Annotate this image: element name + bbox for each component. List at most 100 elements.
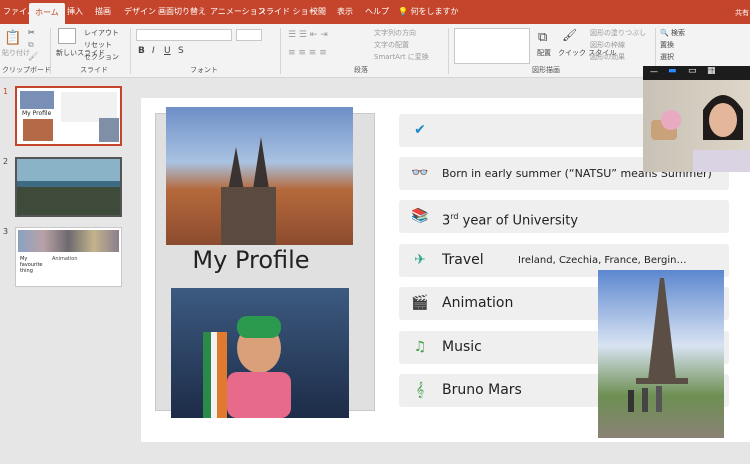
tab-insert[interactable]: 挿入 [67, 0, 83, 24]
new-slide-icon[interactable] [58, 28, 76, 44]
text-direction-button[interactable]: 文字列の方向 [374, 28, 416, 38]
glasses-icon: 👓 [411, 165, 429, 181]
minimize-icon[interactable]: — [650, 67, 658, 76]
treble-clef-icon: 𝄞 [415, 382, 425, 398]
coast-thumb-image [17, 187, 120, 215]
tab-view[interactable]: 表示 [337, 0, 353, 24]
italic-button[interactable]: I [152, 46, 155, 56]
ordinal-suffix: rd [450, 212, 459, 221]
arrange-button[interactable]: 配置 [537, 48, 551, 58]
prague-thumb-image [20, 91, 54, 109]
tell-me-label: 何をしますか [410, 7, 459, 16]
shape-effects-button[interactable]: 図形の効果 [590, 52, 625, 62]
tab-help[interactable]: ヘルプ [365, 0, 389, 24]
paste-icon[interactable]: 📋 [4, 30, 21, 46]
shadow-button[interactable]: S [178, 46, 184, 56]
slide-thumbnail-1[interactable]: My Profile [15, 86, 122, 146]
share-button[interactable]: 共有 [735, 8, 749, 18]
drawing-group-label: 図形描画 [532, 66, 560, 74]
list-item-text: Animation [442, 295, 514, 311]
list-item-text: Music [442, 339, 482, 355]
shape-outline-button[interactable]: 図形の枠線 [590, 40, 625, 50]
format-painter-icon[interactable]: 🖌 [28, 52, 38, 61]
paragraph-group-label: 段落 [354, 66, 368, 74]
ribbon-tab-bar: ファイル ホーム 挿入 描画 デザイン 画面切り替え アニメーション スライド … [0, 0, 750, 24]
webcam-overlay[interactable]: — ▬ ▭ ▦ [643, 66, 750, 172]
slide-title[interactable]: My Profile [161, 246, 341, 274]
tell-me-search[interactable]: 💡 何をしますか [398, 0, 459, 24]
tab-draw[interactable]: 描画 [95, 0, 111, 24]
eiffel-photo[interactable] [598, 270, 724, 438]
ribbon: 📋 貼り付け ✂ ⧉ 🖌 クリップボード 新しいスライド レイアウト リセット … [0, 9, 750, 78]
search-label: 検索 [670, 29, 685, 37]
selfie-photo[interactable] [171, 288, 349, 418]
gallery-view-icon[interactable]: ▦ [707, 66, 716, 76]
divider [50, 28, 51, 74]
bullets-icon[interactable]: ☰ ☰ ⇤ ⇥ [288, 30, 328, 40]
select-button[interactable]: 選択 [660, 52, 674, 62]
clipboard-group-label: クリップボード [2, 66, 51, 74]
anime-thumb-images [18, 230, 119, 252]
align-text-button[interactable]: 文字の配置 [374, 40, 409, 50]
clapper-icon: 🎬 [411, 295, 429, 311]
prague-photo[interactable] [166, 107, 353, 245]
slide-number: 1 [3, 87, 9, 96]
thumb-title: My favourite thing [20, 256, 43, 274]
cut-icon[interactable]: ✂ [28, 28, 35, 37]
selfie-graphic [203, 316, 291, 418]
divider [280, 28, 281, 74]
align-icon[interactable]: ≡ ≡ ≡ ≡ [288, 48, 327, 58]
search-icon: 🔍 [660, 29, 669, 37]
thumb-text: Animation [52, 256, 78, 262]
font-name-select[interactable] [136, 29, 232, 41]
arrange-icon[interactable]: ⧉ [538, 30, 547, 45]
books-icon: 📚 [411, 208, 429, 224]
smartart-button[interactable]: SmartArt に変換 [374, 52, 429, 62]
shape-fill-button[interactable]: 図形の塗りつぶし [590, 28, 646, 38]
ordinal-rest: year of University [458, 213, 579, 229]
slide-number: 3 [3, 227, 9, 236]
list-item: 📚 3rd year of University [399, 200, 729, 233]
slide-thumbnail-2[interactable] [15, 157, 122, 217]
divider [448, 28, 449, 74]
lightbulb-icon: 💡 [398, 7, 408, 16]
thumb-title: My Profile [22, 110, 52, 117]
paste-button[interactable]: 貼り付け [2, 48, 30, 58]
eiffel-tower-graphic [628, 278, 688, 412]
music-note-icon: ♫ [413, 339, 427, 355]
tab-transitions[interactable]: 画面切り替え [158, 0, 206, 24]
font-group-label: フォント [190, 66, 218, 74]
section-button[interactable]: セクション [84, 52, 119, 62]
tab-design[interactable]: デザイン [124, 0, 156, 24]
webcam-video [643, 80, 750, 172]
shapes-gallery[interactable] [454, 28, 530, 64]
eiffel-thumb-image [99, 118, 119, 142]
tab-home[interactable]: ホーム [29, 3, 65, 24]
slides-group-label: スライド [80, 66, 108, 74]
font-size-select[interactable] [236, 29, 262, 41]
bold-button[interactable]: B [138, 46, 145, 56]
search-button[interactable]: 🔍 検索 [660, 28, 685, 38]
check-icon: ✔ [414, 122, 426, 138]
replace-button[interactable]: 置換 [660, 40, 674, 50]
tab-slideshow[interactable]: スライド ショー [258, 0, 317, 24]
copy-icon[interactable]: ⧉ [28, 40, 34, 50]
divider [130, 28, 131, 74]
list-item-text: 3rd year of University [442, 200, 578, 233]
person-graphic [651, 95, 750, 172]
reset-button[interactable]: リセット [84, 40, 112, 50]
airplane-icon: ✈ [414, 252, 426, 268]
slide-thumbnail-3[interactable]: My favourite thing Animation [15, 227, 122, 287]
selfie-thumb-image [23, 119, 53, 141]
sky-thumb-image [17, 159, 120, 181]
prague-towers-graphic [221, 137, 276, 245]
webcam-toolbar: — ▬ ▭ ▦ [643, 66, 750, 80]
slide-thumbnail-pane: 1 My Profile 2 3 My favourite thing Anim… [0, 79, 135, 464]
tab-review[interactable]: 校閲 [310, 0, 326, 24]
quick-styles-icon[interactable]: 🖌 [562, 28, 577, 42]
underline-button[interactable]: U [164, 46, 171, 56]
speaker-view-icon[interactable]: ▬ [668, 66, 677, 76]
strip-view-icon[interactable]: ▭ [688, 66, 697, 76]
list-item-text: Bruno Mars [442, 382, 522, 398]
layout-button[interactable]: レイアウト [84, 28, 119, 38]
